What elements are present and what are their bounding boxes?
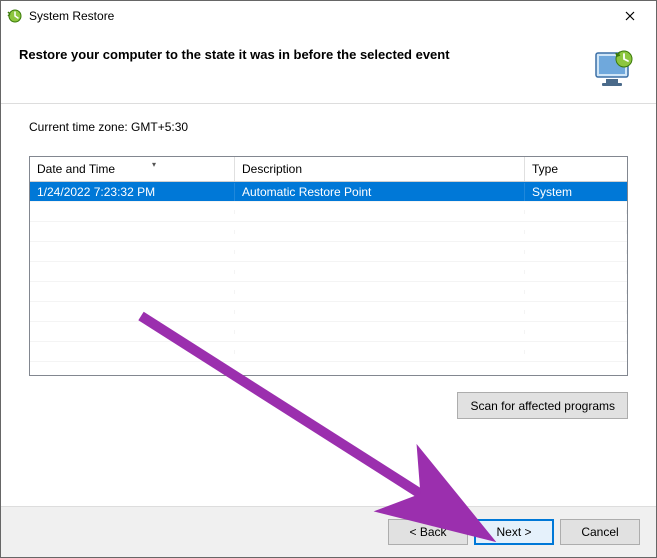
sort-desc-icon: ▾: [152, 160, 156, 169]
table-row-empty: [30, 322, 627, 342]
cell-description: Automatic Restore Point: [235, 183, 525, 201]
wizard-footer: < Back Next > Cancel: [1, 506, 656, 557]
scan-button-row: Scan for affected programs: [29, 392, 628, 419]
table-header-row: Date and Time ▾ Description Type: [30, 157, 627, 182]
restore-monitor-icon: [590, 45, 638, 93]
window-title: System Restore: [29, 9, 610, 23]
table-row-empty: [30, 242, 627, 262]
wizard-heading: Restore your computer to the state it wa…: [19, 45, 580, 62]
table-row-empty: [30, 222, 627, 242]
col-header-type-label: Type: [532, 162, 558, 176]
col-header-desc-label: Description: [242, 162, 302, 176]
col-header-date[interactable]: Date and Time ▾: [30, 157, 235, 181]
titlebar: System Restore: [1, 1, 656, 31]
cell-date: 1/24/2022 7:23:32 PM: [30, 183, 235, 201]
table-row-empty: [30, 202, 627, 222]
col-header-type[interactable]: Type: [525, 157, 627, 181]
cancel-button[interactable]: Cancel: [560, 519, 640, 545]
cell-type: System: [525, 183, 627, 201]
system-restore-icon: [7, 8, 23, 24]
col-header-description[interactable]: Description: [235, 157, 525, 181]
table-row-empty: [30, 282, 627, 302]
next-button[interactable]: Next >: [474, 519, 554, 545]
table-row[interactable]: 1/24/2022 7:23:32 PM Automatic Restore P…: [30, 182, 627, 202]
content-area: Current time zone: GMT+5:30 Date and Tim…: [1, 104, 656, 429]
col-header-date-label: Date and Time: [37, 162, 115, 176]
table-row-empty: [30, 302, 627, 322]
close-button[interactable]: [610, 2, 650, 30]
wizard-header: Restore your computer to the state it wa…: [1, 31, 656, 104]
restore-points-table[interactable]: Date and Time ▾ Description Type 1/24/20…: [29, 156, 628, 376]
back-button[interactable]: < Back: [388, 519, 468, 545]
table-row-empty: [30, 262, 627, 282]
timezone-label: Current time zone: GMT+5:30: [29, 120, 628, 134]
scan-affected-programs-button[interactable]: Scan for affected programs: [457, 392, 628, 419]
table-row-empty: [30, 342, 627, 362]
